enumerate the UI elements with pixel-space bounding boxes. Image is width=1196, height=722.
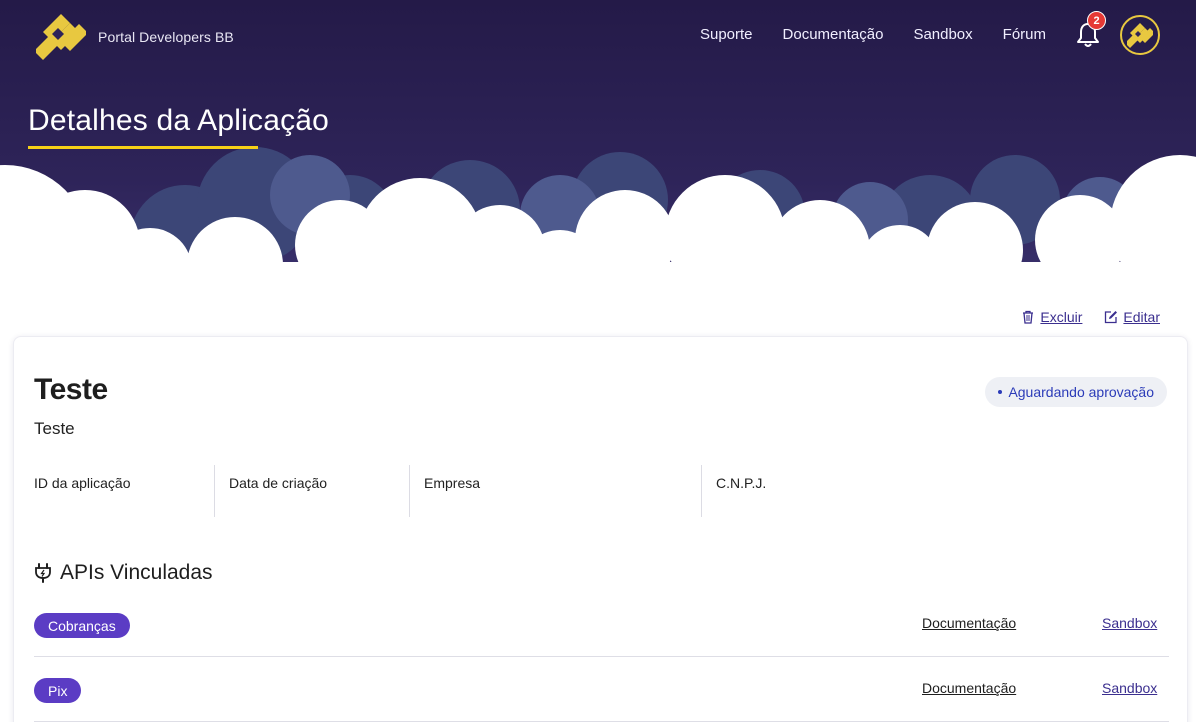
field-created-label: Data de criação [229,475,328,491]
notifications-button[interactable]: 2 [1073,11,1106,50]
field-company: Empresa [409,465,701,517]
field-company-label: Empresa [424,475,481,491]
title-underline [28,146,258,149]
status-badge: Aguardando aprovação [985,377,1167,407]
status-dot [998,390,1003,394]
page-title: Detalhes da Aplicação [28,104,330,137]
app-actions: Excluir Editar [1021,309,1160,325]
edit-button[interactable]: Editar [1104,309,1160,325]
nav-sandbox[interactable]: Sandbox [913,26,972,43]
api-sandbox-link[interactable]: Sandbox [1102,615,1157,631]
field-id: ID da aplicação [34,465,214,517]
api-sandbox-link[interactable]: Sandbox [1102,680,1157,696]
apis-section-title: APIs Vinculadas [34,561,213,585]
bb-logo-icon [1127,23,1153,48]
app-description: Teste [34,419,75,438]
app-info-row: ID da aplicação Data de criação Empresa … [34,465,931,517]
field-cnpj-label: C.N.P.J. [716,475,767,491]
app-details-card: Teste Teste Aguardando aprovação ID da a… [13,336,1188,722]
field-id-label: ID da aplicação [34,475,131,491]
api-name-pill: Cobranças [34,613,130,638]
notification-badge: 2 [1087,11,1106,30]
nav-forum[interactable]: Fórum [1003,26,1046,43]
api-documentation-link[interactable]: Documentação [922,680,1016,696]
brand[interactable]: Portal Developers BB [36,12,234,62]
brand-name: Portal Developers BB [98,29,234,45]
delete-button[interactable]: Excluir [1021,309,1082,325]
edit-label: Editar [1123,309,1160,325]
plug-icon [35,563,51,583]
apis-title-label: APIs Vinculadas [60,561,213,584]
field-created: Data de criação [214,465,409,517]
nav-documentacao[interactable]: Documentação [783,26,884,43]
user-avatar[interactable] [1120,15,1160,55]
app-name: Teste [34,373,108,406]
api-row: Cobranças Documentação Sandbox [34,593,1169,657]
api-documentation-link[interactable]: Documentação [922,615,1016,631]
edit-icon [1105,311,1118,324]
bb-logo-icon [36,14,86,60]
field-cnpj: C.N.P.J. [701,465,931,517]
nav-suporte[interactable]: Suporte [700,26,753,43]
delete-label: Excluir [1040,309,1083,325]
status-label: Aguardando aprovação [1008,384,1154,400]
trash-icon [1023,310,1034,324]
api-row: Pix Documentação Sandbox [34,658,1169,722]
top-nav: Suporte Documentação Sandbox Fórum [700,26,1046,43]
api-name-pill: Pix [34,678,82,703]
hero-banner: Portal Developers BB Suporte Documentaçã… [0,0,1196,300]
